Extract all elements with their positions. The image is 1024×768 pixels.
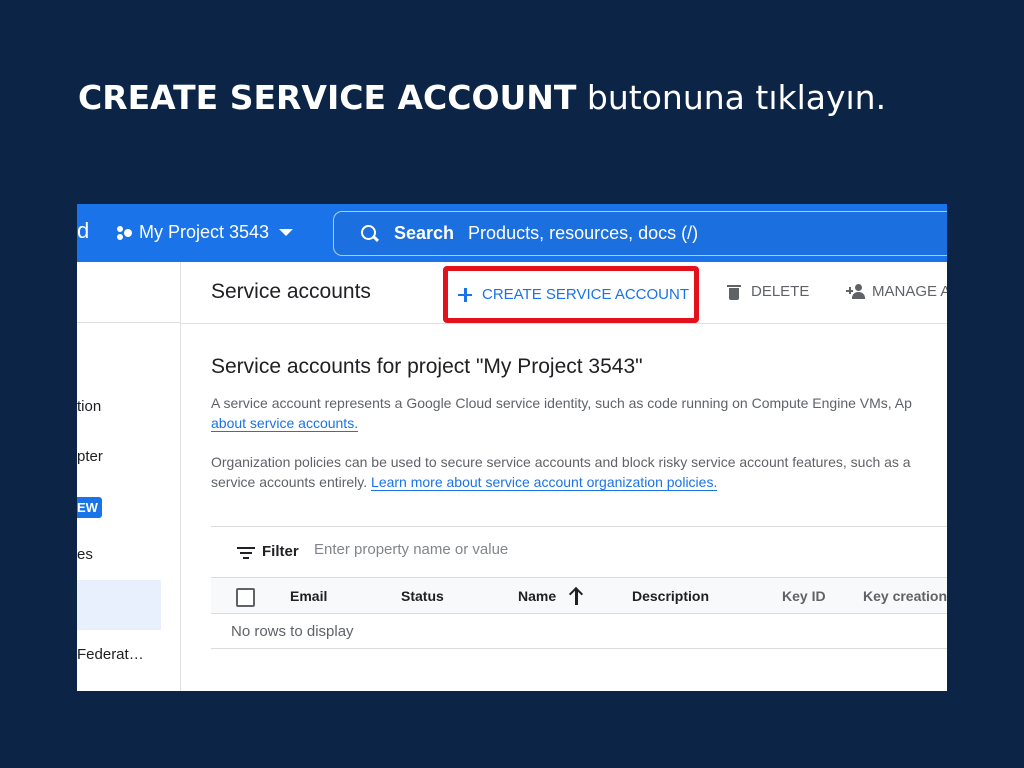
nav-item-1[interactable]: tion <box>77 398 101 415</box>
add-person-icon <box>846 283 866 300</box>
description-paragraph-2: Organization policies can be used to sec… <box>211 454 911 491</box>
filter-icon[interactable] <box>237 547 255 559</box>
column-status[interactable]: Status <box>401 588 444 604</box>
instruction-rest: butonuna tıklayın. <box>576 78 887 117</box>
nav-item-4[interactable]: Federat… <box>77 646 144 663</box>
column-description[interactable]: Description <box>632 588 709 604</box>
plus-icon <box>458 287 472 302</box>
table-bottom-divider <box>211 648 947 649</box>
header-divider <box>181 323 947 324</box>
search-label: Search <box>394 223 455 243</box>
table-top-divider <box>211 526 947 527</box>
trash-icon <box>727 284 741 300</box>
create-service-account-label: CREATE SERVICE ACCOUNT <box>482 286 689 303</box>
learn-more-link[interactable]: about service accounts. <box>211 415 359 432</box>
page-title: Service accounts <box>211 280 371 303</box>
delete-label: DELETE <box>751 283 810 300</box>
left-nav-header <box>77 262 181 323</box>
search-box[interactable]: Search Products, resources, docs (/) <box>333 211 947 256</box>
search-placeholder: Products, resources, docs (/) <box>468 223 699 243</box>
top-bar: d My Project 3543 Search Products, resou… <box>77 204 947 262</box>
column-key-id[interactable]: Key ID <box>782 588 826 604</box>
description-paragraph-1: A service account represents a Google Cl… <box>211 395 912 432</box>
instruction-headline: CREATE SERVICE ACCOUNT butonuna tıklayın… <box>78 78 886 117</box>
project-name: My Project 3543 <box>139 222 270 242</box>
empty-table-message: No rows to display <box>231 623 354 640</box>
create-service-account-button[interactable]: CREATE SERVICE ACCOUNT <box>443 266 699 323</box>
chevron-down-icon <box>279 229 294 236</box>
filter-label: Filter <box>262 543 299 560</box>
search-icon <box>360 224 380 244</box>
project-icon <box>115 224 133 242</box>
column-key-creation[interactable]: Key creation <box>863 588 947 604</box>
sort-ascending-icon[interactable] <box>569 587 583 605</box>
table-header-row: Email Status Name Description Key ID Key… <box>211 577 947 614</box>
nav-item-2[interactable]: pter <box>77 448 103 465</box>
org-policies-link[interactable]: Learn more about service account organiz… <box>371 474 718 491</box>
console-logo-fragment: d <box>77 218 90 243</box>
filter-input[interactable] <box>314 541 714 558</box>
select-all-checkbox[interactable] <box>236 588 255 607</box>
delete-button[interactable]: DELETE <box>727 283 809 300</box>
manage-label: MANAGE A <box>872 283 947 300</box>
section-title: Service accounts for project "My Project… <box>211 355 643 378</box>
instruction-bold: CREATE SERVICE ACCOUNT <box>78 78 577 117</box>
new-badge: EW <box>77 497 102 518</box>
project-selector[interactable]: My Project 3543 <box>115 222 294 243</box>
column-name[interactable]: Name <box>518 588 556 604</box>
console-screenshot: d My Project 3543 Search Products, resou… <box>77 204 947 691</box>
nav-item-3[interactable]: es <box>77 546 93 563</box>
nav-item-selected[interactable] <box>77 580 161 630</box>
left-nav: tion pter EW es Federat… <box>77 262 181 691</box>
column-email[interactable]: Email <box>290 588 327 604</box>
manage-access-button[interactable]: MANAGE A <box>846 283 947 300</box>
